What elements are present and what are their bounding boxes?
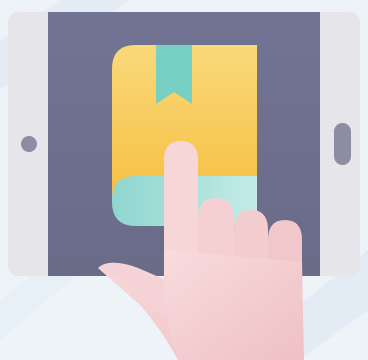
- illustration-canvas: [0, 0, 368, 360]
- tablet-home-button: [21, 136, 37, 152]
- hand-back: [164, 250, 304, 360]
- ebook-tablet-illustration: [0, 0, 368, 360]
- tablet-side-button: [334, 123, 351, 165]
